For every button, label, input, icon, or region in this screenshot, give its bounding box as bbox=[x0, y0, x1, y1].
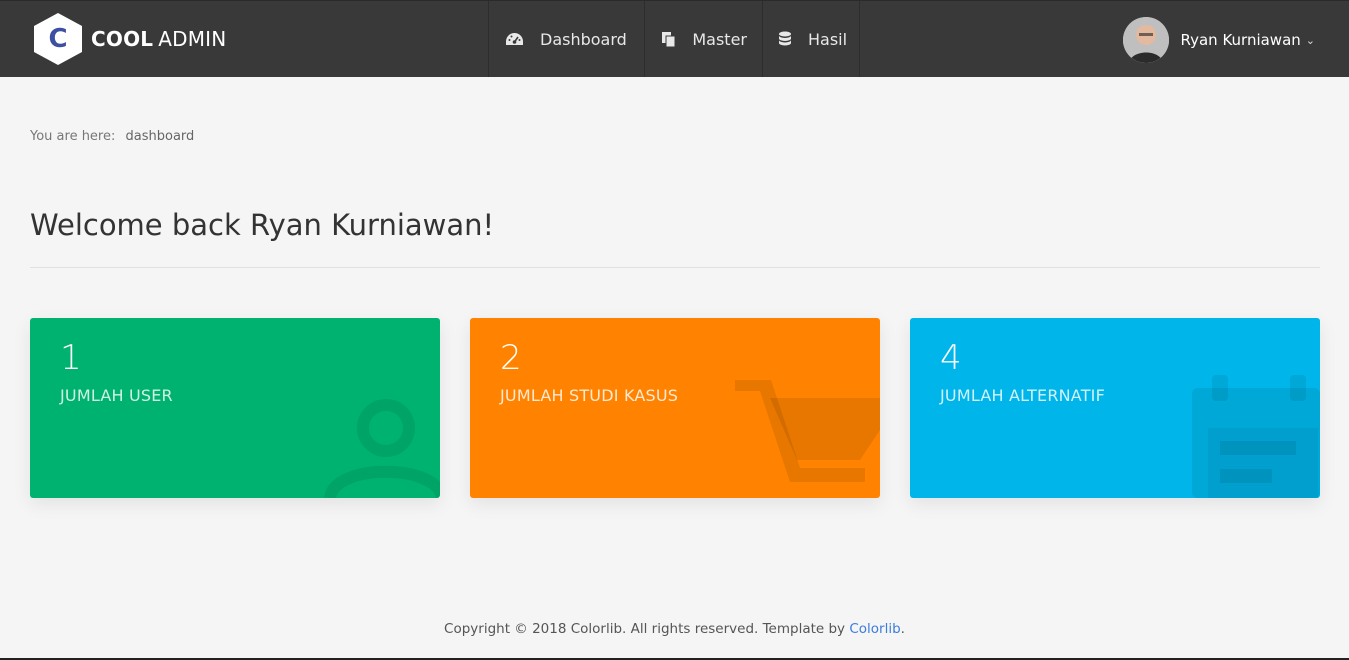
copy-files-icon bbox=[660, 31, 676, 48]
user-menu[interactable]: Ryan Kurniawan ⌄ bbox=[1122, 17, 1315, 63]
main-nav: Dashboard Master Hasil bbox=[488, 1, 860, 77]
database-icon bbox=[778, 31, 792, 48]
top-navbar: C COOL ADMIN Dashboard Master Hasil Ryan … bbox=[0, 0, 1349, 77]
logo-bold-text: COOL bbox=[91, 27, 154, 51]
stat-label: JUMLAH USER bbox=[60, 386, 173, 405]
breadcrumb: You are here: dashboard bbox=[30, 129, 194, 144]
nav-label-master: Master bbox=[692, 29, 747, 49]
logo[interactable]: C COOL ADMIN bbox=[34, 13, 226, 65]
calendar-icon bbox=[1192, 375, 1320, 498]
stat-card-alternatif: 4 JUMLAH ALTERNATIF bbox=[910, 318, 1320, 498]
nav-item-dashboard[interactable]: Dashboard bbox=[488, 1, 644, 77]
stat-card-user: 1 JUMLAH USER bbox=[30, 318, 440, 498]
footer: Copyright © 2018 Colorlib. All rights re… bbox=[0, 621, 1349, 637]
breadcrumb-prefix: You are here: bbox=[30, 129, 116, 144]
nav-label-dashboard: Dashboard bbox=[540, 29, 627, 49]
logo-light-text: ADMIN bbox=[158, 27, 227, 51]
page-title: Welcome back Ryan Kurniawan! bbox=[30, 208, 495, 242]
stat-card-studi-kasus: 2 JUMLAH STUDI KASUS bbox=[470, 318, 880, 498]
user-icon bbox=[324, 399, 440, 498]
stat-label: JUMLAH STUDI KASUS bbox=[500, 386, 679, 405]
nav-item-hasil[interactable]: Hasil bbox=[762, 1, 860, 77]
footer-end: . bbox=[900, 621, 905, 637]
user-name: Ryan Kurniawan bbox=[1180, 31, 1301, 49]
logo-hexagon-icon: C bbox=[34, 13, 82, 65]
logo-letter: C bbox=[48, 24, 68, 54]
avatar[interactable] bbox=[1122, 17, 1169, 63]
divider bbox=[30, 267, 1320, 268]
breadcrumb-current[interactable]: dashboard bbox=[126, 129, 195, 144]
shopping-cart-icon bbox=[735, 380, 880, 482]
stat-value: 2 bbox=[500, 338, 522, 378]
stat-value: 4 bbox=[940, 338, 962, 378]
chevron-down-icon: ⌄ bbox=[1305, 33, 1315, 47]
logo-text: COOL ADMIN bbox=[91, 27, 226, 51]
stat-label: JUMLAH ALTERNATIF bbox=[940, 386, 1106, 405]
footer-text: Copyright © 2018 Colorlib. All rights re… bbox=[444, 621, 850, 637]
nav-item-master[interactable]: Master bbox=[644, 1, 762, 77]
stat-value: 1 bbox=[60, 338, 82, 378]
footer-link-colorlib[interactable]: Colorlib bbox=[849, 621, 900, 637]
nav-label-hasil: Hasil bbox=[808, 29, 848, 49]
dashboard-gauge-icon bbox=[504, 32, 524, 47]
